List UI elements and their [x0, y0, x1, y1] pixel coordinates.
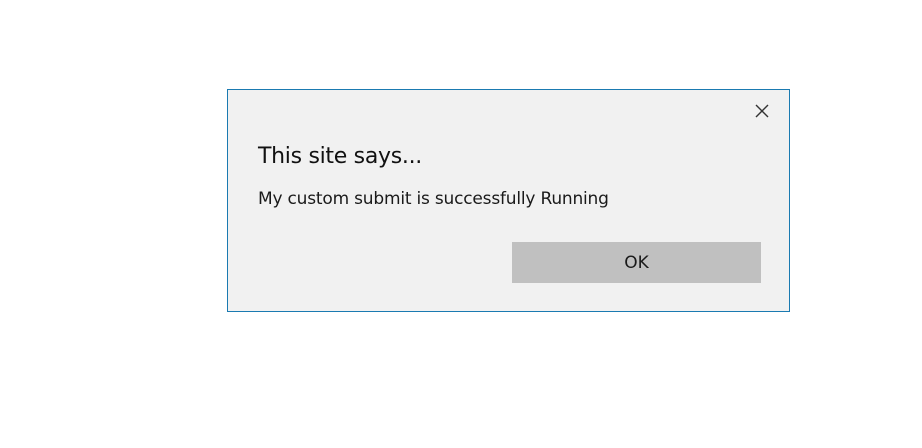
dialog-title: This site says... — [258, 144, 422, 169]
browser-page: This site says... My custom submit is su… — [0, 0, 922, 448]
alert-dialog: This site says... My custom submit is su… — [227, 89, 790, 312]
close-button[interactable] — [750, 99, 774, 123]
close-icon — [755, 104, 769, 118]
ok-button[interactable]: OK — [512, 242, 761, 283]
dialog-message: My custom submit is successfully Running — [258, 189, 609, 209]
